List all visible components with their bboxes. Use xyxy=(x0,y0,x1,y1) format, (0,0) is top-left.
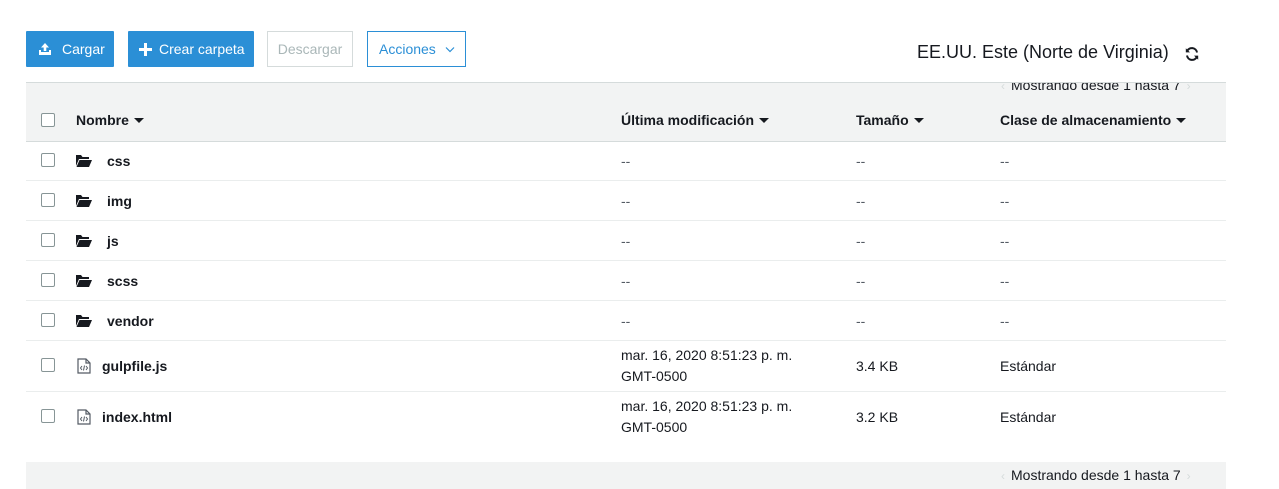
caret-down-icon xyxy=(1176,117,1187,123)
plus-icon xyxy=(139,42,152,56)
next-page-icon[interactable]: › xyxy=(1187,469,1191,483)
size-cell: -- xyxy=(856,233,866,249)
storage-class-cell: -- xyxy=(1000,153,1010,169)
row-checkbox[interactable] xyxy=(41,409,55,423)
upload-button[interactable]: Cargar xyxy=(26,31,114,67)
caret-down-icon xyxy=(133,117,144,123)
modified-cell: -- xyxy=(621,313,631,329)
storage-class-cell: Estándar xyxy=(1000,358,1057,374)
code-file-icon xyxy=(77,358,91,374)
modified-cell: mar. 16, 2020 8:51:23 p. m. xyxy=(621,398,793,414)
size-cell: -- xyxy=(856,153,866,169)
size-cell: 3.2 KB xyxy=(856,409,899,425)
create-folder-label: Crear carpeta xyxy=(159,41,245,57)
next-page-icon[interactable]: › xyxy=(1187,83,1191,93)
modified-timezone: GMT-0500 xyxy=(621,419,688,435)
storage-class-cell: -- xyxy=(1000,273,1010,289)
row-checkbox[interactable] xyxy=(41,193,55,207)
folder-name-link[interactable]: img xyxy=(107,193,132,209)
modified-cell: -- xyxy=(621,273,631,289)
row-checkbox[interactable] xyxy=(41,233,55,247)
download-button[interactable]: Descargar xyxy=(267,31,353,67)
row-checkbox[interactable] xyxy=(41,313,55,327)
actions-dropdown[interactable]: Acciones xyxy=(367,31,466,67)
pagination-top: ‹ Mostrando desde 1 hasta 7 › xyxy=(26,82,1226,102)
actions-label: Acciones xyxy=(379,41,436,57)
folder-open-icon xyxy=(76,275,92,287)
chevron-down-icon xyxy=(445,46,455,52)
folder-open-icon xyxy=(76,195,92,207)
prev-page-icon[interactable]: ‹ xyxy=(1001,469,1005,483)
storage-class-cell: Estándar xyxy=(1000,409,1057,425)
table-row[interactable]: index.html mar. 16, 2020 8:51:23 p. m. G… xyxy=(26,392,1226,442)
size-cell: -- xyxy=(856,273,866,289)
file-name-link[interactable]: index.html xyxy=(102,409,172,425)
table-row[interactable]: vendor -- -- -- xyxy=(26,301,1226,341)
column-header-name[interactable]: Nombre xyxy=(76,112,144,128)
row-checkbox[interactable] xyxy=(41,153,55,167)
upload-button-label: Cargar xyxy=(62,41,105,57)
table-row[interactable]: img -- -- -- xyxy=(26,181,1226,221)
row-checkbox[interactable] xyxy=(41,358,55,372)
folder-open-icon xyxy=(76,315,92,327)
folder-name-link[interactable]: css xyxy=(107,153,130,169)
size-cell: -- xyxy=(856,193,866,209)
column-header-modified[interactable]: Última modificación xyxy=(621,112,770,128)
modified-cell: mar. 16, 2020 8:51:23 p. m. xyxy=(621,347,793,363)
modified-cell: -- xyxy=(621,193,631,209)
create-folder-button[interactable]: Crear carpeta xyxy=(128,31,254,67)
file-name-link[interactable]: gulpfile.js xyxy=(102,358,167,374)
region-label: EE.UU. Este (Norte de Virginia) xyxy=(917,42,1169,62)
modified-cell: -- xyxy=(621,153,631,169)
storage-class-cell: -- xyxy=(1000,313,1010,329)
prev-page-icon[interactable]: ‹ xyxy=(1001,83,1005,93)
table-row[interactable]: css -- -- -- xyxy=(26,141,1226,181)
refresh-icon[interactable] xyxy=(1184,46,1200,62)
caret-down-icon xyxy=(759,117,770,123)
size-cell: -- xyxy=(856,313,866,329)
download-button-label: Descargar xyxy=(277,41,343,57)
code-file-icon xyxy=(77,409,91,425)
table-row[interactable]: gulpfile.js mar. 16, 2020 8:51:23 p. m. … xyxy=(26,341,1226,392)
pagination-text: Mostrando desde 1 hasta 7 xyxy=(1011,467,1181,483)
column-header-size[interactable]: Tamaño xyxy=(856,112,924,128)
folder-name-link[interactable]: scss xyxy=(107,273,138,289)
folder-open-icon xyxy=(76,155,92,167)
table-row[interactable]: js -- -- -- xyxy=(26,221,1226,261)
select-all-checkbox[interactable] xyxy=(41,113,55,127)
folder-open-icon xyxy=(76,235,92,247)
row-checkbox[interactable] xyxy=(41,273,55,287)
pagination-text: Mostrando desde 1 hasta 7 xyxy=(1011,82,1181,93)
storage-class-cell: -- xyxy=(1000,193,1010,209)
table-row[interactable]: scss -- -- -- xyxy=(26,261,1226,301)
pagination-bottom: ‹ Mostrando desde 1 hasta 7 › xyxy=(26,462,1226,489)
storage-class-cell: -- xyxy=(1000,233,1010,249)
folder-name-link[interactable]: js xyxy=(107,233,119,249)
folder-name-link[interactable]: vendor xyxy=(107,313,154,329)
modified-cell: -- xyxy=(621,233,631,249)
upload-icon xyxy=(39,43,51,55)
size-cell: 3.4 KB xyxy=(856,358,899,374)
table-header: Nombre Última modificación Tamaño Clase … xyxy=(26,101,1226,142)
caret-down-icon xyxy=(913,117,924,123)
modified-timezone: GMT-0500 xyxy=(621,368,688,384)
column-header-storage-class[interactable]: Clase de almacenamiento xyxy=(1000,112,1187,128)
